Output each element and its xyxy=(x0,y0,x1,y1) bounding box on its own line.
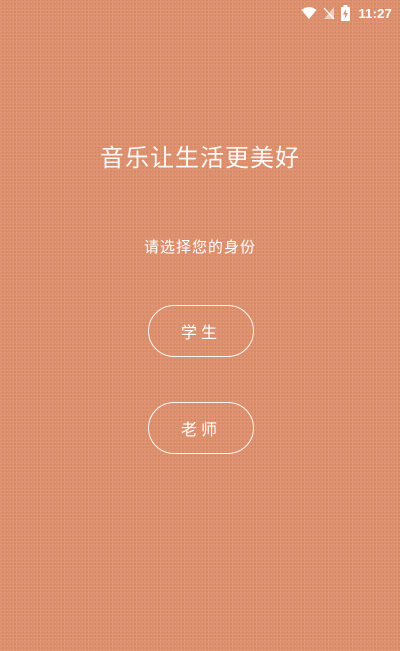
status-bar: 11:27 xyxy=(0,0,400,26)
identity-prompt: 请选择您的身份 xyxy=(143,238,256,256)
battery-charging-icon xyxy=(341,5,351,21)
role-selection-screen: 11:27 音乐让生活更美好 请选择您的身份 学生 老师 xyxy=(0,0,400,651)
status-time: 11:27 xyxy=(358,5,392,21)
wifi-icon xyxy=(301,6,317,20)
teacher-button[interactable]: 老师 xyxy=(148,402,254,454)
slogan-title: 音乐让生活更美好 xyxy=(100,144,300,172)
signal-icon xyxy=(323,6,335,20)
status-icons: 11:27 xyxy=(301,3,392,23)
student-button[interactable]: 学生 xyxy=(148,305,254,357)
